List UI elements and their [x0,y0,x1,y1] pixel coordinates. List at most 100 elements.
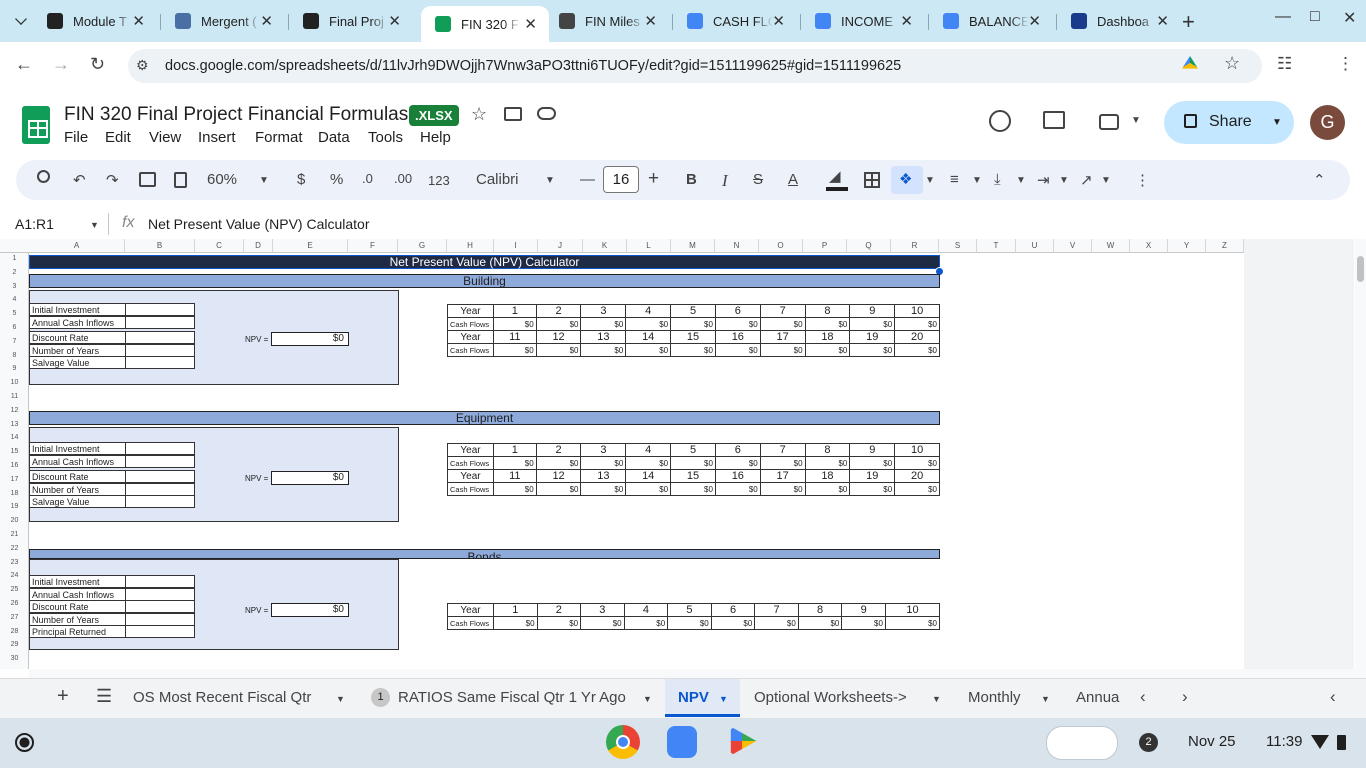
row-header[interactable]: 7 [0,338,29,345]
cash-flow-value[interactable]: $0 [493,482,537,496]
bold-button[interactable]: B [686,171,697,188]
currency-format-button[interactable]: $ [297,171,305,188]
cash-flow-value[interactable]: $0 [493,343,537,357]
row-header[interactable]: 22 [0,545,29,552]
cash-flow-value[interactable]: $0 [894,317,940,331]
version-history-icon[interactable] [989,110,1011,132]
column-header[interactable]: R [891,239,939,253]
cash-flow-value[interactable]: $0 [625,482,672,496]
cash-flow-value[interactable]: $0 [580,317,627,331]
row-header[interactable]: 19 [0,503,29,510]
column-header[interactable]: H [447,239,494,253]
year-label[interactable]: Year [447,330,494,344]
horizontal-scrollbar[interactable] [29,669,1366,678]
name-box[interactable]: A1:R1 [15,216,54,232]
cash-flow-value[interactable]: $0 [884,616,941,630]
year-number[interactable]: 1 [493,304,537,318]
year-number[interactable]: 5 [670,304,716,318]
scroll-tabs-left-icon[interactable]: ‹ [1140,687,1146,707]
year-number[interactable]: 13 [580,469,627,483]
row-header[interactable]: 10 [0,379,29,386]
year-number[interactable]: 14 [625,469,672,483]
year-number[interactable]: 10 [884,603,941,617]
text-color-button[interactable]: A [788,171,798,188]
year-number[interactable]: 10 [894,443,940,457]
font-dropdown-icon[interactable]: ▼ [545,175,555,186]
name-box-dropdown-icon[interactable]: ▼ [90,220,99,230]
menu-edit[interactable]: Edit [105,129,131,146]
paint-format-icon[interactable] [174,172,187,188]
row-header[interactable]: 25 [0,586,29,593]
row-header[interactable]: 12 [0,407,29,414]
decrease-decimal-button[interactable]: .0 [362,171,373,186]
row-header[interactable]: 11 [0,393,29,400]
cash-flow-value[interactable]: $0 [670,482,716,496]
tab-close-icon[interactable]: ✕ [644,12,657,30]
sheet-tab-optional-dropdown-icon[interactable]: ▼ [932,694,941,704]
collapse-menus-icon[interactable]: ⌃ [1313,171,1326,189]
explore-collapse-icon[interactable]: ‹ [1330,687,1336,707]
cash-flow-table[interactable]: Year 1 2 3 4 5 6 7 8 9 10 Cash Flows $0 $0 $0 $0 $0 $0 $0 $… [447,603,941,630]
font-size-input[interactable]: 16 [603,166,639,193]
tab-close-icon[interactable]: ✕ [388,12,401,30]
cash-flow-value[interactable]: $0 [759,456,806,470]
avatar[interactable]: G [1310,105,1345,140]
year-label[interactable]: Year [447,469,494,483]
cash-flows-label[interactable]: Cash Flows [447,317,494,331]
row-header[interactable]: 21 [0,531,29,538]
cash-flow-value[interactable]: $0 [759,482,806,496]
row-header[interactable]: 26 [0,600,29,607]
cash-flow-value[interactable]: $0 [580,616,625,630]
halign-dropdown-icon[interactable]: ▼ [972,175,982,186]
cash-flow-value[interactable]: $0 [670,317,716,331]
row-header[interactable]: 6 [0,324,29,331]
browser-tab[interactable]: Mergent (✕ [161,6,285,36]
year-number[interactable]: 17 [759,330,806,344]
cash-flow-value[interactable]: $0 [493,456,537,470]
cash-flow-value[interactable]: $0 [625,317,672,331]
column-header[interactable]: L [627,239,671,253]
year-number[interactable]: 6 [714,443,761,457]
row-header[interactable]: 14 [0,434,29,441]
input-cell[interactable] [125,470,195,483]
browser-tab[interactable]: FIN Miles ✕ [545,6,669,36]
menu-insert[interactable]: Insert [198,129,236,146]
year-number[interactable]: 7 [754,603,799,617]
text-rotation-icon[interactable]: ↗ [1080,171,1093,189]
row-header[interactable]: 13 [0,421,29,428]
column-header[interactable]: E [273,239,348,253]
row-header[interactable]: 30 [0,655,29,662]
cash-flow-value[interactable]: $0 [759,343,806,357]
cash-flow-value[interactable]: $0 [580,482,627,496]
cash-flow-value[interactable]: $0 [535,456,582,470]
column-header[interactable]: W [1092,239,1130,253]
cash-flow-value[interactable]: $0 [804,482,851,496]
year-number[interactable]: 2 [535,443,582,457]
row-header[interactable]: 29 [0,641,29,648]
sheet-tab-annual[interactable]: Annua [1076,689,1122,706]
cash-flow-value[interactable]: $0 [535,317,582,331]
zoom-dropdown-icon[interactable]: ▼ [259,175,269,186]
row-header[interactable]: 2 [0,269,29,276]
column-header[interactable]: I [494,239,538,253]
row-header[interactable]: 27 [0,614,29,621]
row-header[interactable]: 23 [0,559,29,566]
year-label[interactable]: Year [447,304,494,318]
italic-button[interactable]: I [722,171,728,191]
input-cell[interactable] [125,442,195,455]
url-text[interactable]: docs.google.com/spreadsheets/d/11lvJrh9D… [165,58,901,74]
cash-flow-value[interactable]: $0 [536,616,582,630]
year-number[interactable]: 15 [670,469,716,483]
row-header[interactable]: 17 [0,476,29,483]
year-number[interactable]: 2 [535,304,582,318]
browser-tab[interactable]: Final Proj ✕ [289,6,413,36]
menu-tools[interactable]: Tools [368,129,403,146]
year-number[interactable]: 1 [493,603,538,617]
column-header[interactable]: F [348,239,398,253]
input-cell[interactable] [125,356,195,369]
menu-help[interactable]: Help [420,129,451,146]
row-header[interactable]: 16 [0,462,29,469]
vertical-scrollbar[interactable] [1355,239,1366,669]
time-display[interactable]: 11:39 [1266,733,1302,750]
screenshot-thumbnail[interactable] [1046,726,1118,760]
